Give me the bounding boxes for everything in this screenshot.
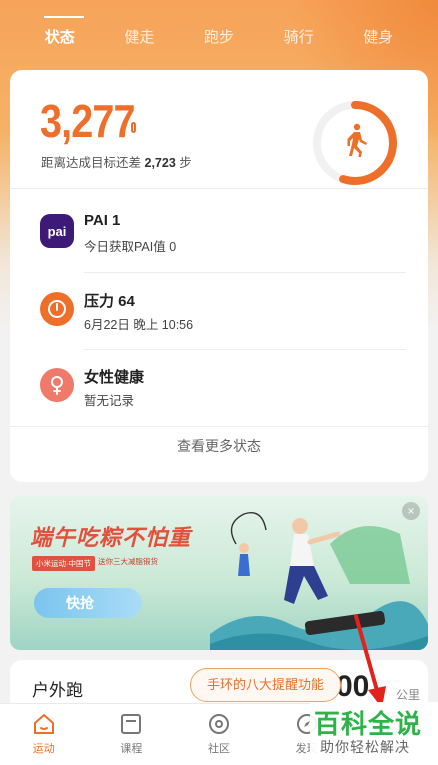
watermark-main-text: 百科全说 <box>314 709 423 739</box>
nav-label-sport: 运动 <box>32 743 55 755</box>
banner-subtag: 送你三大减脂锻货 <box>98 557 158 566</box>
banner-tag: 小米运动·中国节 <box>32 556 95 571</box>
top-tabs: 状态 健走 跑步 骑行 健身 <box>0 16 438 62</box>
divider <box>84 272 406 273</box>
tab-status[interactable]: 状态 <box>30 16 90 62</box>
community-icon <box>208 714 229 734</box>
run-label: 户外跑 <box>32 681 83 700</box>
banner-close-button[interactable]: × <box>402 502 420 520</box>
steps-count[interactable]: 3,277 <box>40 94 136 148</box>
stat-row-stress[interactable]: 压力 64 6月22日 晚上 10:56 <box>10 278 428 348</box>
tab-running[interactable]: 跑步 <box>189 18 249 62</box>
walking-person-icon <box>347 123 367 157</box>
pai-icon-text: pai <box>47 223 67 239</box>
steps-unit-icon <box>131 122 136 133</box>
goal-suffix: 步 <box>179 156 192 170</box>
nav-label-community: 社区 <box>207 743 230 755</box>
tab-walking[interactable]: 健走 <box>109 18 169 62</box>
nav-item-sport[interactable]: 运动 <box>0 704 88 765</box>
stress-subtitle: 6月22日 晚上 10:56 <box>84 318 194 332</box>
goal-remaining-text: 距离达成目标还差 2,723 步 <box>41 152 192 171</box>
pai-subtitle: 今日获取PAI值 0 <box>84 240 177 254</box>
divider <box>10 426 428 427</box>
nav-item-course[interactable]: 课程 <box>88 704 176 765</box>
nav-item-community[interactable]: 社区 <box>175 704 263 765</box>
banner-illustration <box>210 512 428 650</box>
goal-remaining-value: 2,723 <box>144 156 176 170</box>
watermark-sub-text: 助你轻松解决 <box>320 739 410 755</box>
tab-cycling[interactable]: 骑行 <box>269 18 329 62</box>
goal-prefix: 距离达成目标还差 <box>41 156 142 170</box>
female-health-title: 女性健康 <box>84 369 145 386</box>
banner-grab-button[interactable]: 快抢 <box>34 588 142 618</box>
reminder-tip-pill[interactable]: 手环的八大提醒功能 <box>190 668 342 702</box>
stress-gauge-icon <box>40 292 74 326</box>
course-icon <box>121 714 142 734</box>
arrow-annotation-icon <box>354 614 386 708</box>
divider <box>10 188 428 189</box>
female-health-icon <box>40 368 74 402</box>
status-card: 3,277 距离达成目标还差 2,723 步 pai PAI 1 今日获取PAI… <box>10 70 428 482</box>
stat-row-pai[interactable]: pai PAI 1 今日获取PAI值 0 <box>10 200 428 270</box>
pai-title: PAI 1 <box>84 212 121 229</box>
stat-row-female-health[interactable]: 女性健康 暂无记录 <box>10 354 428 424</box>
watermark-logo: 百科全说 助你轻松解决 <box>310 702 438 765</box>
female-health-subtitle: 暂无记录 <box>84 394 135 408</box>
divider <box>84 349 406 350</box>
tab-fitness[interactable]: 健身 <box>348 18 408 62</box>
pai-icon: pai <box>40 214 74 248</box>
nav-label-course: 课程 <box>120 743 143 755</box>
view-more-status-link[interactable]: 查看更多状态 <box>10 436 428 456</box>
stress-title: 压力 64 <box>84 293 135 310</box>
home-icon <box>33 714 54 734</box>
run-unit: 公里 <box>396 688 421 702</box>
step-progress-ring[interactable] <box>310 98 400 188</box>
banner-title: 端午吃粽不怕重 <box>30 525 192 550</box>
